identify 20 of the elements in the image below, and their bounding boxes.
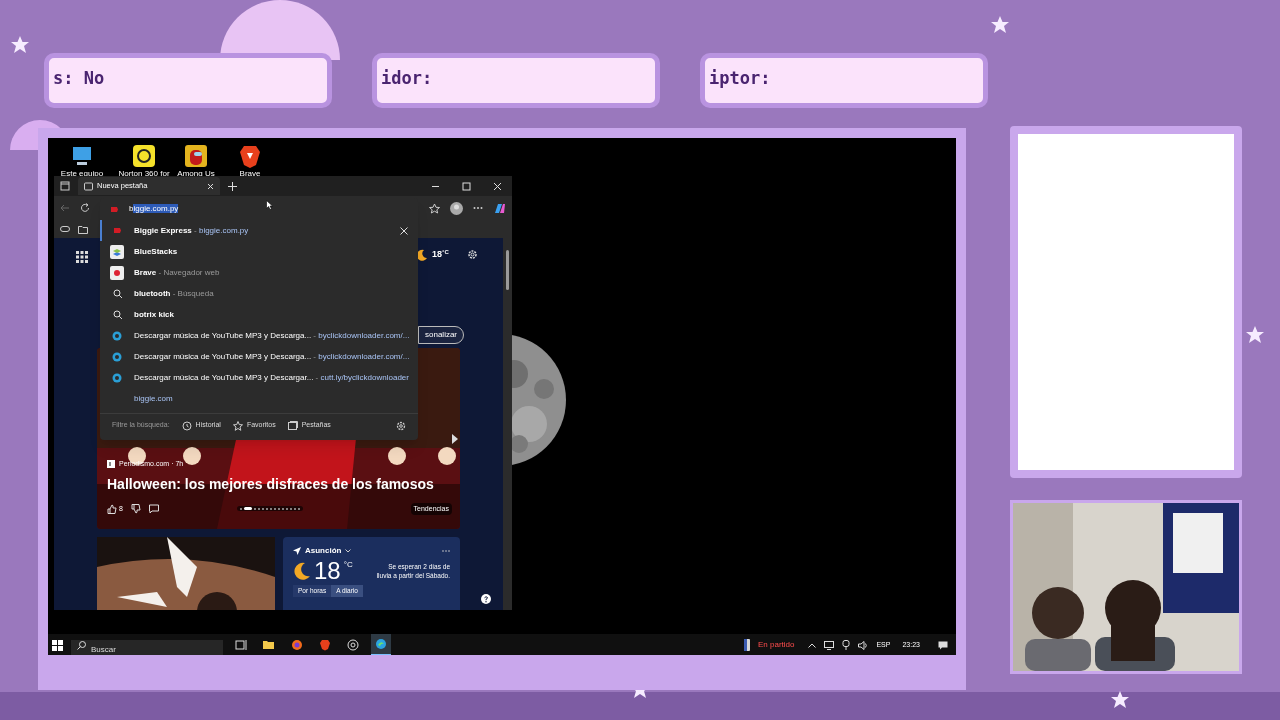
suggestion-text: BlueStacks <box>134 245 178 258</box>
suggestion-text: botrix kick <box>134 308 174 321</box>
suggestion-text: Descargar música de YouTube MP3 y Descargar... - cutt.ly/byclickdownloader <box>134 371 409 384</box>
info-text: idor: <box>381 68 433 88</box>
weather-temperature: 18 <box>314 559 341 583</box>
info-text: s: No <box>53 68 105 88</box>
info-text: iptor: <box>709 68 771 88</box>
temperature-unit: °C <box>343 559 353 571</box>
suggestion-text: Descargar música de YouTube MP3 y Descarga... - byclickdownloader.com/... <box>134 329 410 342</box>
address-text: biggie.com.py <box>129 203 179 215</box>
desktop-icon-label: Brave <box>239 169 261 179</box>
suggestion-text: bluetooth - Búsqueda <box>134 287 214 300</box>
suggestion-text: Descargar música de YouTube MP3 y Descarga... - byclickdownloader.com/... <box>134 350 410 363</box>
desktop-icon-label: Norton 360 for <box>118 169 170 179</box>
weather-temperature: 18$^{°C}$ <box>432 248 449 261</box>
game-status: En partido <box>758 639 795 651</box>
suggestion-text: Brave - Navegador web <box>134 266 220 279</box>
desktop-icon-label: Este equipo <box>60 169 104 179</box>
suggestion-text: Biggie Express - biggie.com.py <box>134 224 249 237</box>
suggestion-text: biggie.com <box>134 392 173 405</box>
